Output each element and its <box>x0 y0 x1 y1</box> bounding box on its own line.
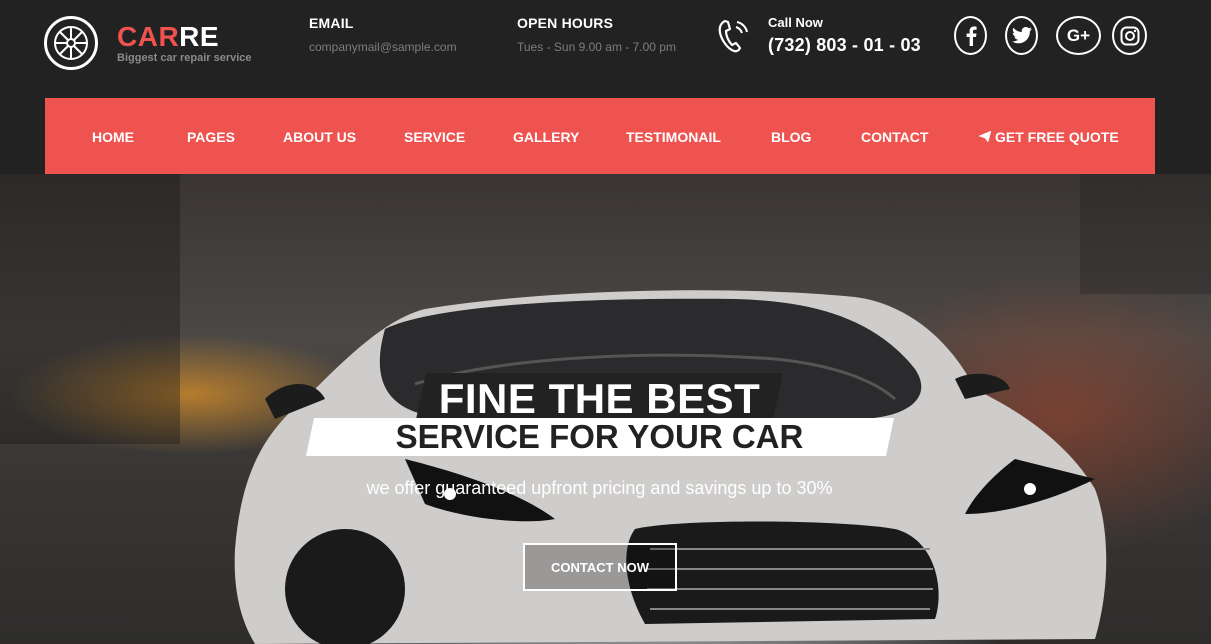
hours-value: Tues - Sun 9.00 am - 7.00 pm <box>517 40 676 54</box>
brand-name-rest: RE <box>179 21 220 52</box>
get-free-quote-label: GET FREE QUOTE <box>995 129 1119 145</box>
main-nav: HOME PAGES ABOUT US SERVICE GALLERY TEST… <box>45 98 1155 174</box>
nav-blog[interactable]: BLOG <box>771 129 811 145</box>
instagram-icon[interactable] <box>1112 16 1147 55</box>
wheel-icon <box>44 16 98 70</box>
hero-title: FINE THE BEST <box>438 375 761 422</box>
contact-now-button[interactable]: CONTACT NOW <box>523 543 677 591</box>
brand-name-accent: CAR <box>117 21 180 52</box>
social-links: G+ <box>954 16 1147 55</box>
nav-get-free-quote[interactable]: GET FREE QUOTE <box>978 129 1119 145</box>
nav-contact[interactable]: CONTACT <box>861 129 928 145</box>
hours-info: OPEN HOURS Tues - Sun 9.00 am - 7.00 pm <box>517 15 676 54</box>
brand-name: CARRE <box>117 22 252 52</box>
google-plus-icon[interactable]: G+ <box>1056 16 1101 55</box>
nav-testimonail[interactable]: TESTIMONAIL <box>626 129 721 145</box>
email-label: EMAIL <box>309 15 354 31</box>
google-plus-glyph: G+ <box>1066 25 1091 45</box>
nav-gallery[interactable]: GALLERY <box>513 129 579 145</box>
hero-subtitle-title: SERVICE FOR YOUR CAR <box>395 418 804 455</box>
facebook-icon[interactable] <box>954 16 987 55</box>
call-number[interactable]: (732) 803 - 01 - 03 <box>768 35 921 56</box>
email-info: EMAIL companymail@sample.com <box>309 15 457 54</box>
phone-ringing-icon <box>716 17 750 55</box>
call-info: Call Now (732) 803 - 01 - 03 <box>716 15 921 56</box>
email-value[interactable]: companymail@sample.com <box>309 40 457 54</box>
hours-label: OPEN HOURS <box>517 15 614 31</box>
twitter-icon[interactable] <box>1005 16 1038 55</box>
brand-tagline: Biggest car repair service <box>117 52 252 64</box>
nav-home[interactable]: HOME <box>92 129 134 145</box>
call-label: Call Now <box>768 15 823 30</box>
hero-section: FINE THE BEST SERVICE FOR YOUR CAR we of… <box>0 174 1211 644</box>
building-shape <box>1080 174 1211 294</box>
hero-tagline: we offer guaranteed upfront pricing and … <box>366 478 833 498</box>
nav-about-us[interactable]: ABOUT US <box>283 129 356 145</box>
nav-service[interactable]: SERVICE <box>404 129 465 145</box>
paper-plane-icon <box>978 129 992 145</box>
logo[interactable]: CARRE Biggest car repair service <box>44 16 252 70</box>
nav-pages[interactable]: PAGES <box>187 129 235 145</box>
